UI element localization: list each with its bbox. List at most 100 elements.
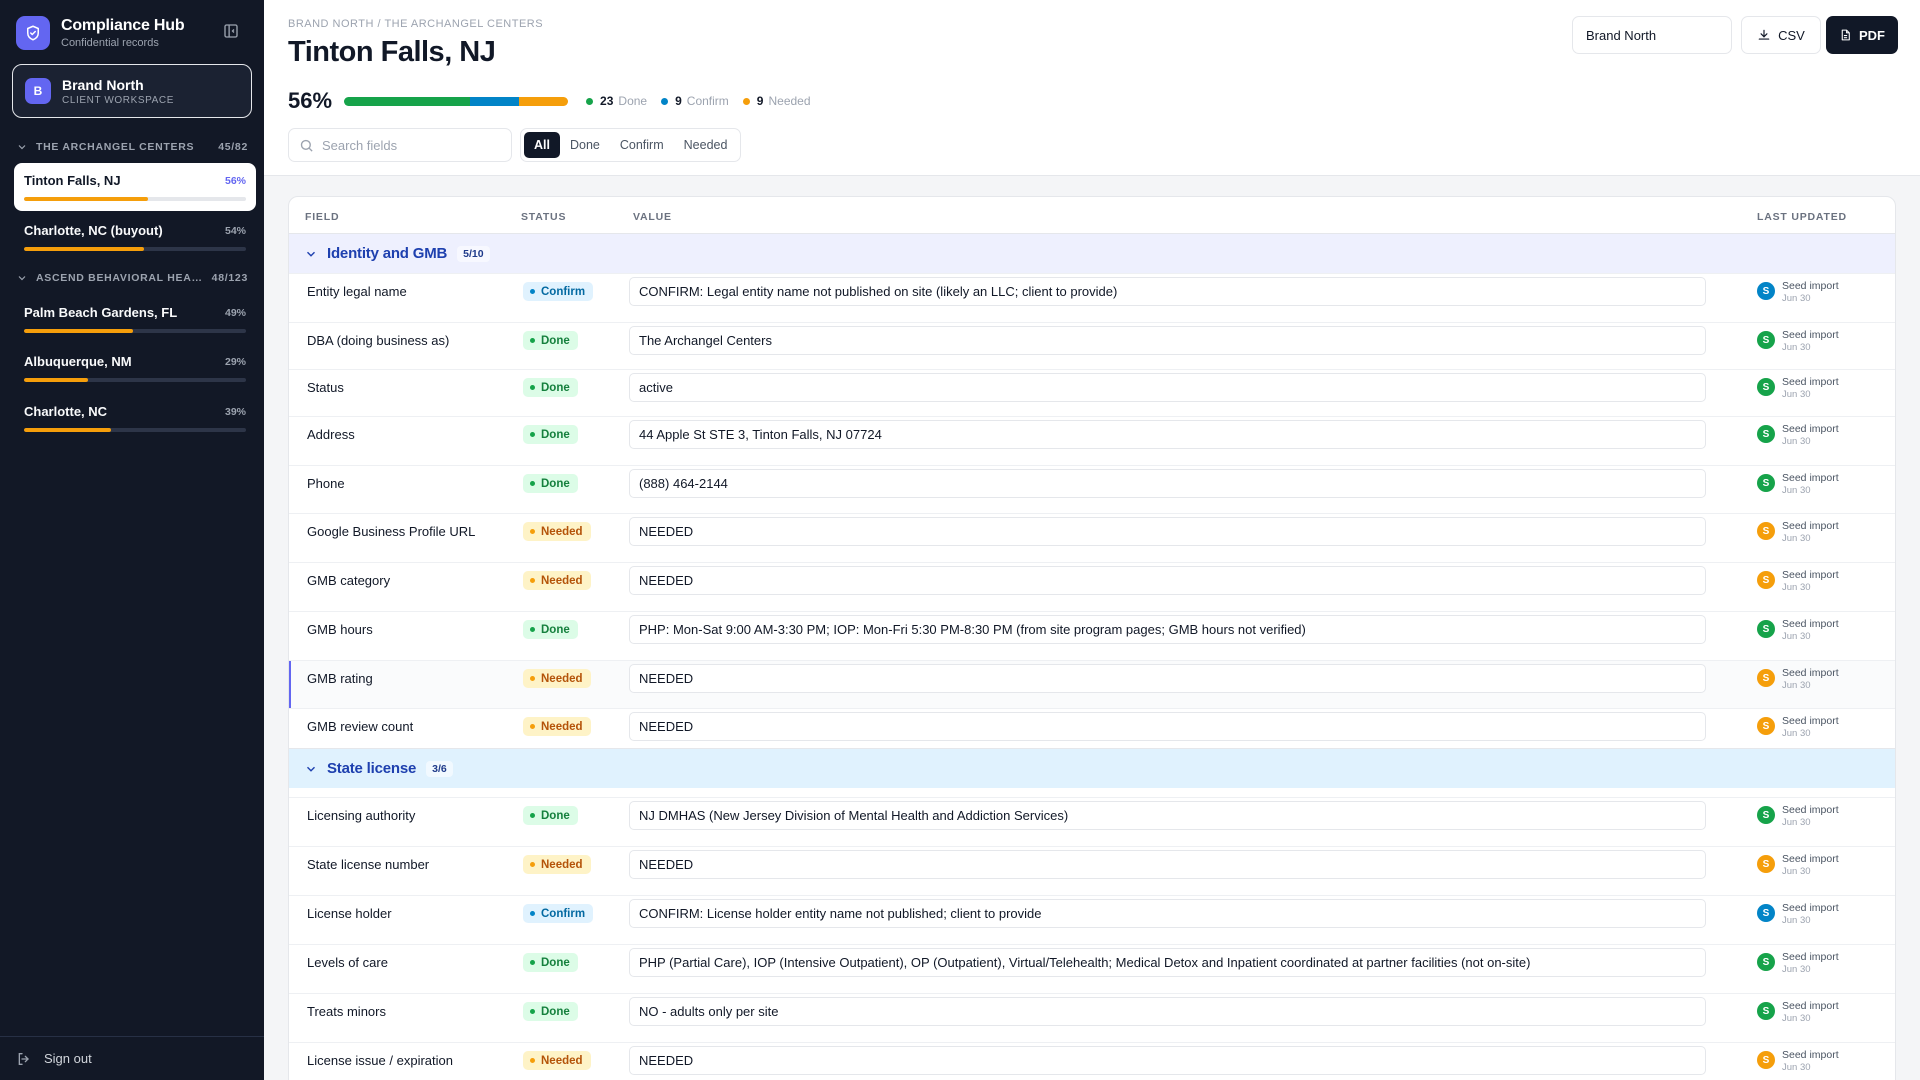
export-csv-button[interactable]: CSV [1741,16,1821,54]
center-progress-fill [24,378,89,382]
field-name: Treats minors [307,1004,386,1019]
table-row[interactable]: Treats minors Done NO - adults only per si… [289,993,1895,1042]
table-row[interactable]: GMB category Needed NEEDED S Seed import Jun … [289,562,1895,611]
needed-dot-icon [742,97,750,105]
field-value-input[interactable]: NEEDED [629,664,1706,693]
sign-out-label: Sign out [44,1051,92,1066]
table-row[interactable]: DBA (doing business as) Done The Archangel… [289,322,1895,369]
table-row[interactable]: Google Business Profile URL Needed NEEDED S… [289,513,1895,562]
status-dot-icon [530,481,535,486]
field-value-input[interactable]: PHP: Mon-Sat 9:00 AM-3:30 PM; IOP: Mon-F… [629,615,1706,644]
center-item[interactable]: Charlotte, NC 39% [14,394,256,442]
filter-confirm[interactable]: Confirm [610,132,674,158]
field-value-input[interactable]: The Archangel Centers [629,326,1706,355]
updater-avatar: S [1757,282,1775,300]
status-badge: Done [523,331,578,350]
center-progress-fill [24,329,133,333]
center-percent: 29% [224,355,246,368]
field-value-input[interactable]: NEEDED [629,712,1706,741]
overall-progress: 56% 23 Done 9 Confirm 9 Needed [288,88,811,114]
sidebar-collapse-icon[interactable] [222,22,242,42]
status-badge: Done [523,806,578,825]
table-row[interactable]: License holder Confirm CONFIRM: License ho… [289,895,1895,944]
field-value-input[interactable]: (888) 464-2144 [629,469,1706,498]
workspace-label: CLIENT WORKSPACE [62,94,175,106]
field-value-input[interactable]: active [629,373,1706,402]
group-count: 48/123 [211,272,248,284]
search-box[interactable] [288,128,512,162]
filter-all[interactable]: All [524,132,560,158]
field-value-input[interactable]: CONFIRM: Legal entity name not published… [629,277,1706,306]
legend-needed: 9 Needed [742,94,811,108]
status-label: Needed [541,525,583,538]
updated-date: Jun 30 [1782,631,1811,642]
progress-segment-needed [518,96,569,106]
updater-avatar: S [1757,717,1775,735]
field-value-input[interactable]: NEEDED [629,566,1706,595]
group-header-ascend[interactable]: ASCEND BEHAVIORAL HEAL... 48/123 [16,269,248,287]
status-dot-icon [530,627,535,632]
table-row[interactable]: Status Done active S Seed import Jun 30 [289,369,1895,416]
table-row[interactable]: License issue / expiration Needed NEEDED S S… [289,1042,1895,1075]
field-value-input[interactable]: PHP (Partial Care), IOP (Intensive Outpa… [629,948,1706,977]
updater-name: Seed import [1782,715,1839,727]
field-value-input[interactable]: NEEDED [629,517,1706,546]
status-badge: Needed [523,1051,591,1070]
field-value-input[interactable]: NJ DMHAS (New Jersey Division of Mental … [629,801,1706,830]
field-value-input[interactable]: NEEDED [629,850,1706,879]
table-row[interactable]: Address Done 44 Apple St STE 3, Tinton Fal… [289,416,1895,465]
section-header[interactable]: State license 3/6 [289,748,1895,788]
table-row[interactable]: GMB rating Needed NEEDED S Seed import Jun 30 [289,660,1895,708]
center-progress-bar [24,247,246,251]
updated-date: Jun 30 [1782,915,1811,926]
field-name: License holder [307,906,392,921]
updated-date: Jun 30 [1782,728,1811,739]
center-progress-bar [24,428,246,432]
filter-done[interactable]: Done [560,132,610,158]
updater-name: Seed import [1782,376,1839,388]
search-input[interactable] [322,137,502,153]
export-pdf-button[interactable]: PDF [1826,16,1898,54]
table-row[interactable]: State license number Needed NEEDED S Seed im… [289,846,1895,895]
field-value-input[interactable]: NEEDED [629,1046,1706,1075]
status-label: Confirm [541,285,586,298]
workspace-select[interactable]: Brand North [1572,16,1732,54]
done-count: 23 [600,94,614,108]
table-row[interactable]: Licensing authority Done NJ DMHAS (New Jer… [289,797,1895,846]
field-name: License issue / expiration [307,1053,453,1068]
field-name: Google Business Profile URL [307,524,476,539]
updater-name: Seed import [1782,329,1839,341]
status-dot-icon [530,676,535,681]
updater-avatar: S [1757,522,1775,540]
field-value-input[interactable]: CONFIRM: License holder entity name not … [629,899,1706,928]
table-row[interactable]: Entity legal name Confirm CONFIRM: Legal e… [289,273,1895,322]
updated-date: Jun 30 [1782,389,1811,400]
table-row[interactable]: Levels of care Done PHP (Partial Care), IO… [289,944,1895,993]
updater-info: Seed import Jun 30 [1782,569,1839,593]
filter-needed[interactable]: Needed [674,132,738,158]
column-header-field: FIELD [305,211,340,223]
status-badge: Needed [523,571,591,590]
page-header: BRAND NORTH / THE ARCHANGEL CENTERS Tint… [264,0,1920,176]
section-header[interactable]: Identity and GMB 5/10 [289,233,1895,273]
center-item[interactable]: Tinton Falls, NJ 56% [14,163,256,211]
status-label: Needed [541,858,583,871]
workspace-switcher[interactable]: B Brand North CLIENT WORKSPACE [12,64,252,118]
center-item[interactable]: Charlotte, NC (buyout) 54% [14,213,256,261]
updated-date: Jun 30 [1782,436,1811,447]
center-item[interactable]: Palm Beach Gardens, FL 49% [14,295,256,343]
column-header-last-updated: LAST UPDATED [1757,211,1847,223]
table-row[interactable]: Phone Done (888) 464-2144 S Seed import Jun 3… [289,465,1895,513]
updater-info: Seed import Jun 30 [1782,618,1839,642]
field-value-input[interactable]: NO - adults only per site [629,997,1706,1026]
table-row[interactable]: GMB review count Needed NEEDED S Seed import… [289,708,1895,748]
status-badge: Confirm [523,282,594,301]
sign-out-button[interactable]: Sign out [0,1036,264,1080]
updated-date: Jun 30 [1782,1013,1811,1024]
updater-name: Seed import [1782,423,1839,435]
breadcrumb: BRAND NORTH / THE ARCHANGEL CENTERS [288,18,544,30]
center-item[interactable]: Albuquerque, NM 29% [14,344,256,392]
field-value-input[interactable]: 44 Apple St STE 3, Tinton Falls, NJ 0772… [629,420,1706,449]
group-header-archangel[interactable]: THE ARCHANGEL CENTERS 45/82 [16,138,248,156]
table-row[interactable]: GMB hours Done PHP: Mon-Sat 9:00 AM-3:30 P… [289,611,1895,660]
